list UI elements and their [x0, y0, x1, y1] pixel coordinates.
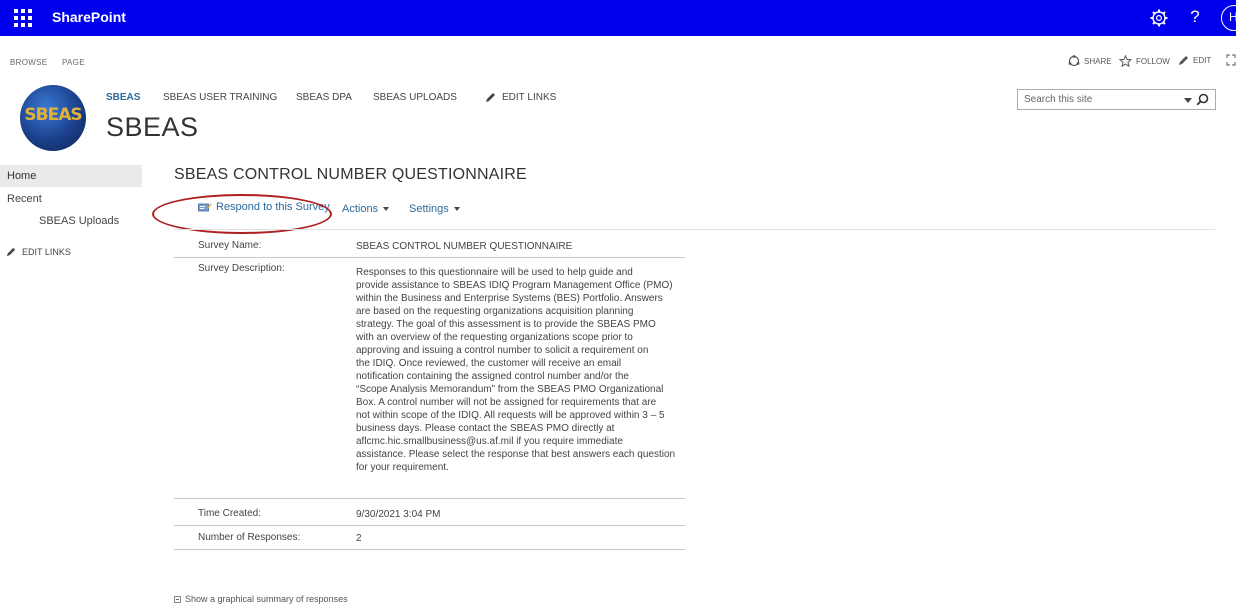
description-line: aflcmc.hic.smallbusiness@us.af.mil if yo…: [356, 436, 623, 447]
respond-to-survey-label: Respond to this Survey: [216, 201, 330, 213]
highlight-annotation-oval: [152, 194, 332, 234]
description-line: approving and issuing a control number t…: [356, 345, 649, 356]
description-line: provide assistance to SBEAS IDIQ Program…: [356, 280, 673, 291]
pencil-icon: [6, 247, 16, 257]
topnav-item-dpa[interactable]: SBEAS DPA: [296, 92, 352, 103]
description-line: not within scope of the IDIQ. All reques…: [356, 410, 665, 421]
description-line: with an overview of the requesting organ…: [356, 332, 633, 343]
edit-label: EDIT: [1193, 56, 1212, 65]
site-title[interactable]: SBEAS: [106, 112, 199, 143]
ribbon: BROWSE PAGE SHARE FOLLOW EDIT: [0, 47, 1236, 77]
leftnav-item-recent[interactable]: Recent: [7, 193, 42, 205]
app-name[interactable]: SharePoint: [52, 9, 126, 25]
description-line: within the Business and Enterprise Syste…: [356, 293, 663, 304]
pencil-icon: [486, 93, 495, 102]
graphical-summary-link[interactable]: Show a graphical summary of responses: [174, 594, 348, 604]
pencil-icon: [1179, 56, 1188, 65]
description-line: strategy. The goal of this assessment is…: [356, 319, 656, 330]
site-logo[interactable]: SBEAS: [20, 85, 86, 151]
share-icon: [1068, 55, 1080, 67]
search-input[interactable]: Search this site: [1024, 94, 1092, 105]
search-scope-dropdown-icon[interactable]: [1184, 98, 1192, 103]
graphical-summary-label: Show a graphical summary of responses: [185, 594, 348, 604]
actions-menu-label: Actions: [342, 203, 379, 215]
follow-button[interactable]: FOLLOW: [1119, 55, 1170, 67]
topnav-item-sbeas[interactable]: SBEAS: [106, 92, 140, 103]
divider: [174, 229, 1215, 230]
survey-description-label: Survey Description:: [198, 263, 285, 274]
star-icon: [1119, 55, 1132, 67]
edit-button[interactable]: EDIT: [1178, 55, 1211, 66]
chevron-down-icon: [453, 207, 460, 212]
focus-content-icon[interactable]: [1226, 54, 1236, 66]
follow-label: FOLLOW: [1136, 56, 1170, 66]
topnav-edit-links[interactable]: EDIT LINKS: [485, 92, 556, 103]
search-box[interactable]: Search this site: [1017, 89, 1216, 110]
leftnav-edit-links-label: EDIT LINKS: [22, 247, 71, 257]
description-line: assistance. Please select the response t…: [356, 449, 676, 460]
settings-menu[interactable]: Settings: [409, 203, 460, 215]
tab-page[interactable]: PAGE: [62, 58, 85, 67]
description-line: are based on the requesting organization…: [356, 306, 634, 317]
description-line: business days. Please contact the SBEAS …: [356, 423, 615, 434]
detail-row-survey-name: Survey Name: SBEAS CONTROL NUMBER QUESTI…: [174, 240, 685, 258]
description-line: Box. A control number will not be assign…: [356, 397, 657, 408]
actions-menu[interactable]: Actions: [342, 203, 390, 215]
avatar[interactable]: H: [1221, 5, 1236, 31]
share-label: SHARE: [1084, 56, 1112, 66]
share-button[interactable]: SHARE: [1068, 55, 1112, 67]
leftnav-item-sbeas-uploads[interactable]: SBEAS Uploads: [39, 215, 119, 227]
description-line: Responses to this questionnaire will be …: [356, 267, 633, 278]
description-line: notification containing the assigned con…: [356, 371, 629, 382]
detail-row-survey-description: Survey Description: Responses to this qu…: [174, 263, 685, 499]
leftnav-item-home[interactable]: Home: [0, 165, 142, 187]
search-icon[interactable]: [1196, 93, 1209, 106]
site-logo-text: SBEAS: [24, 105, 82, 125]
topnav-item-uploads[interactable]: SBEAS UPLOADS: [373, 92, 457, 103]
description-line: “Scope Analysis Memorandum” from the SBE…: [356, 384, 664, 395]
description-line: the IDIQ. Once reviewed, the customer wi…: [356, 358, 622, 369]
tab-browse[interactable]: BROWSE: [10, 58, 47, 67]
app-launcher-icon[interactable]: [10, 6, 34, 30]
collapse-box-icon: [174, 595, 181, 603]
survey-respond-icon: [198, 203, 212, 212]
topnav-item-user-training[interactable]: SBEAS USER TRAINING: [163, 92, 277, 103]
number-of-responses-value: 2: [356, 533, 362, 544]
description-line: for your requirement.: [356, 462, 449, 473]
leftnav-edit-links[interactable]: EDIT LINKS: [6, 247, 71, 257]
gear-icon[interactable]: [1149, 8, 1169, 28]
detail-row-time-created: Time Created: 9/30/2021 3:04 PM: [174, 508, 685, 526]
topnav-edit-links-label: EDIT LINKS: [502, 92, 557, 103]
settings-menu-label: Settings: [409, 203, 449, 215]
help-icon[interactable]: ?: [1187, 7, 1203, 27]
page-title: SBEAS CONTROL NUMBER QUESTIONNAIRE: [174, 166, 527, 183]
time-created-value: 9/30/2021 3:04 PM: [356, 509, 441, 520]
chevron-down-icon: [383, 207, 390, 212]
survey-name-value: SBEAS CONTROL NUMBER QUESTIONNAIRE: [356, 241, 573, 252]
time-created-label: Time Created:: [198, 508, 261, 519]
suite-bar: SharePoint ? H: [0, 0, 1236, 36]
respond-to-survey-button[interactable]: Respond to this Survey: [198, 201, 330, 213]
survey-description-value: Responses to this questionnaire will be …: [356, 266, 692, 474]
number-of-responses-label: Number of Responses:: [198, 532, 301, 543]
survey-name-label: Survey Name:: [198, 240, 262, 251]
detail-row-number-of-responses: Number of Responses: 2: [174, 532, 685, 550]
